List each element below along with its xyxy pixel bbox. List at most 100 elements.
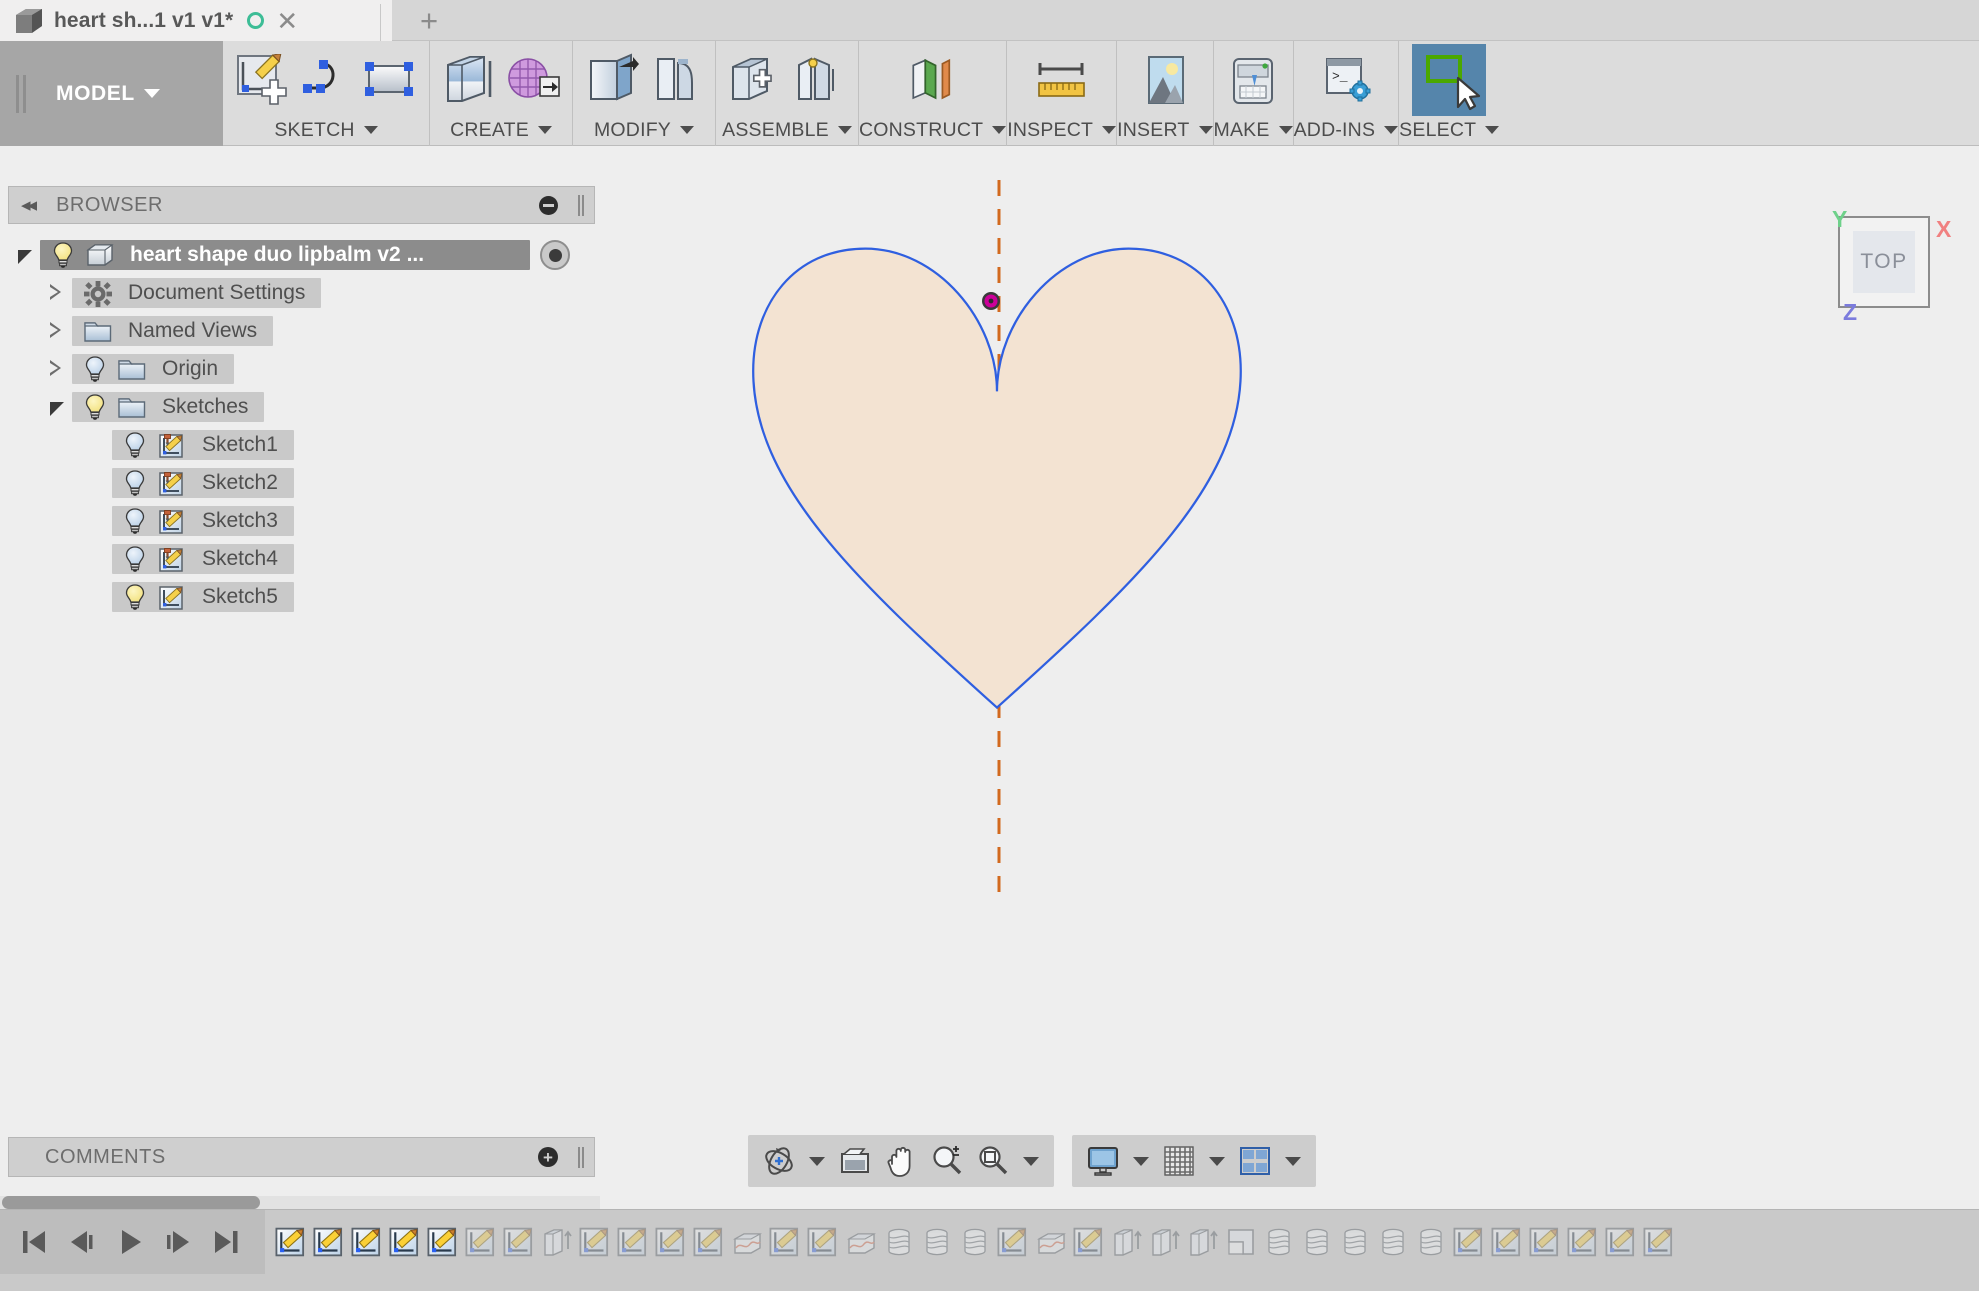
timeline-feature-revolve-19[interactable] (956, 1218, 994, 1266)
grid-snaps-icon[interactable] (1158, 1140, 1200, 1182)
timeline-feature-sketch-9[interactable] (576, 1218, 614, 1266)
browser-tree-chip[interactable]: Sketches (72, 392, 265, 422)
new-component-icon[interactable] (725, 52, 785, 108)
browser-tree-chip[interactable]: Document Settings (72, 278, 322, 308)
press-pull-icon[interactable] (582, 52, 642, 108)
fillet-icon[interactable] (646, 52, 706, 108)
ribbon-panel-label-create[interactable]: CREATE (450, 118, 552, 146)
close-icon[interactable]: ✕ (276, 8, 298, 34)
document-tab[interactable]: heart sh...1 v1 v1* ✕ (0, 0, 392, 41)
browser-tree-item-sketch5[interactable]: Sketch5 (0, 578, 600, 616)
view-cube-face-top[interactable]: TOP (1853, 231, 1915, 293)
timeline-feature-extrude-25[interactable] (1184, 1218, 1222, 1266)
create-sketch-icon[interactable] (232, 52, 292, 108)
3d-print-icon[interactable] (1223, 52, 1283, 108)
lightbulb-off-icon[interactable] (84, 356, 106, 382)
step-back-icon[interactable] (58, 1218, 106, 1266)
browser-hscrollbar-thumb[interactable] (2, 1196, 260, 1209)
timeline-feature-extrude-23[interactable] (1108, 1218, 1146, 1266)
timeline-feature-thread-31[interactable] (1412, 1218, 1450, 1266)
timeline-feature-sketch-5[interactable] (424, 1218, 462, 1266)
lightbulb-on-icon[interactable] (124, 584, 146, 610)
timeline-feature-sketch-34[interactable] (1526, 1218, 1564, 1266)
timeline-feature-sketch-37[interactable] (1640, 1218, 1678, 1266)
timeline-feature-sketch-33[interactable] (1488, 1218, 1526, 1266)
timeline-feature-sketch-4[interactable] (386, 1218, 424, 1266)
ribbon-panel-label-select[interactable]: SELECT (1399, 118, 1500, 146)
display-dropdown-caret[interactable] (1128, 1140, 1154, 1182)
play-icon[interactable] (106, 1218, 154, 1266)
lightbulb-off-icon[interactable] (124, 470, 146, 496)
plus-icon[interactable]: + (398, 0, 460, 41)
ribbon-panel-label-inspect[interactable]: INSPECT (1007, 118, 1117, 146)
plus-circle-icon[interactable]: + (538, 1147, 558, 1167)
timeline-feature-sketch-7[interactable] (500, 1218, 538, 1266)
rectangle-icon[interactable] (360, 52, 420, 108)
browser-tree-chip[interactable]: Sketch2 (112, 468, 294, 498)
timeline-feature-thread-30[interactable] (1374, 1218, 1412, 1266)
minimize-icon[interactable] (539, 195, 558, 215)
lightbulb-off-icon[interactable] (124, 432, 146, 458)
browser-tree-item-origin[interactable]: Origin (0, 350, 600, 388)
orbit-icon[interactable] (758, 1140, 800, 1182)
ribbon-panel-label-addins[interactable]: ADD-INS (1294, 118, 1399, 146)
step-forward-icon[interactable] (154, 1218, 202, 1266)
timeline-feature-sketch-36[interactable] (1602, 1218, 1640, 1266)
skip-to-end-icon[interactable] (202, 1218, 250, 1266)
browser-tree-item-heart-shape-duo-lipbalm-v2[interactable]: heart shape duo lipbalm v2 ... (0, 236, 600, 274)
timeline-feature-loft-21[interactable] (1032, 1218, 1070, 1266)
extrude-icon[interactable] (439, 52, 499, 108)
ribbon-panel-label-make[interactable]: MAKE (1214, 118, 1293, 146)
browser-tree-chip[interactable]: Named Views (72, 316, 274, 346)
browser-tree-chip[interactable]: Sketch4 (112, 544, 294, 574)
timeline-feature-sketch-11[interactable] (652, 1218, 690, 1266)
panel-resize-grip[interactable] (578, 194, 580, 216)
timeline-feature-sketch-3[interactable] (348, 1218, 386, 1266)
expand-arrow-closed-icon[interactable] (50, 360, 61, 376)
look-at-icon[interactable] (834, 1140, 876, 1182)
timeline-feature-revolve-17[interactable] (880, 1218, 918, 1266)
timeline-feature-shell-26[interactable] (1222, 1218, 1260, 1266)
timeline-feature-thread-29[interactable] (1336, 1218, 1374, 1266)
offset-plane-icon[interactable] (903, 52, 963, 108)
browser-tree-item-sketch1[interactable]: Sketch1 (0, 426, 600, 464)
browser-tree-chip[interactable]: Sketch1 (112, 430, 294, 460)
ribbon-panel-label-construct[interactable]: CONSTRUCT (859, 118, 1007, 146)
collapse-left-icon[interactable]: ◂◂ (21, 194, 37, 217)
lightbulb-on-icon[interactable] (52, 242, 74, 268)
select-cursor-icon[interactable] (1412, 43, 1487, 116)
timeline-feature-sketch-6[interactable] (462, 1218, 500, 1266)
fit-icon[interactable] (972, 1140, 1014, 1182)
timeline-feature-thread-27[interactable] (1260, 1218, 1298, 1266)
comments-resize-grip[interactable] (578, 1146, 580, 1168)
timeline-feature-sketch-32[interactable] (1450, 1218, 1488, 1266)
browser-tree-item-sketch2[interactable]: Sketch2 (0, 464, 600, 502)
zoom-icon[interactable] (926, 1140, 968, 1182)
lightbulb-on-icon[interactable] (84, 394, 106, 420)
timeline-feature-sketch-35[interactable] (1564, 1218, 1602, 1266)
browser-tree-chip[interactable]: Sketch5 (112, 582, 294, 612)
viewports-dropdown-caret[interactable] (1280, 1140, 1306, 1182)
lightbulb-off-icon[interactable] (124, 508, 146, 534)
pan-icon[interactable] (880, 1140, 922, 1182)
timeline-feature-sketch-14[interactable] (766, 1218, 804, 1266)
browser-tree-chip[interactable]: Sketch3 (112, 506, 294, 536)
timeline-feature-sketch-10[interactable] (614, 1218, 652, 1266)
ribbon-panel-label-modify[interactable]: MODIFY (594, 118, 695, 146)
browser-tree-item-sketches[interactable]: Sketches (0, 388, 600, 426)
timeline-feature-revolve-18[interactable] (918, 1218, 956, 1266)
browser-tree-chip[interactable]: Origin (72, 354, 235, 384)
expand-arrow-open-icon[interactable] (18, 250, 32, 264)
timeline-feature-sketch-1[interactable] (272, 1218, 310, 1266)
browser-tree-item-document-settings[interactable]: Document Settings (0, 274, 600, 312)
orbit-dropdown-caret[interactable] (804, 1140, 830, 1182)
timeline-feature-sketch-22[interactable] (1070, 1218, 1108, 1266)
workspace-selector[interactable]: MODEL (0, 41, 223, 146)
timeline-feature-sketch-12[interactable] (690, 1218, 728, 1266)
ribbon-panel-label-insert[interactable]: INSERT (1117, 118, 1213, 146)
grid-dropdown-caret[interactable] (1204, 1140, 1230, 1182)
spline-icon[interactable] (296, 52, 356, 108)
browser-tree-item-sketch4[interactable]: Sketch4 (0, 540, 600, 578)
expand-arrow-closed-icon[interactable] (50, 322, 61, 338)
timeline-feature-sketch-15[interactable] (804, 1218, 842, 1266)
